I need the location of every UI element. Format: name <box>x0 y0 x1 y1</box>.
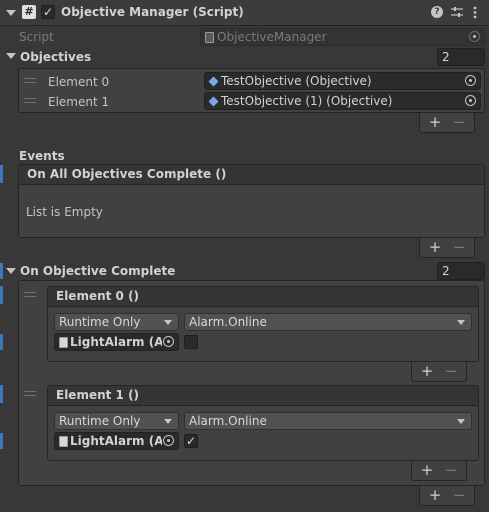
on-objective-complete-label: On Objective Complete <box>20 264 176 278</box>
objectives-foldout-chevron-icon[interactable] <box>6 53 16 59</box>
override-bar <box>0 385 3 403</box>
target-object-field[interactable]: LightAlarm (Ala <box>54 333 179 351</box>
event-element-title: Element 0 () <box>56 289 140 303</box>
script-field: ObjectiveManager <box>200 28 485 46</box>
object-picker-icon <box>469 31 480 42</box>
object-picker-icon[interactable] <box>163 435 174 446</box>
add-objective-button[interactable]: + <box>425 113 445 131</box>
override-bar <box>0 334 3 350</box>
function-value: Alarm.Online <box>189 414 267 428</box>
scriptable-object-icon <box>208 76 219 87</box>
chevron-down-icon <box>164 419 172 424</box>
objective-element-value: TestObjective (1) (Objective) <box>221 94 393 108</box>
object-picker-icon[interactable] <box>465 75 476 86</box>
element-footer: + − <box>411 362 467 382</box>
all-complete-title: On All Objectives Complete () <box>27 167 227 181</box>
drag-handle-icon[interactable] <box>24 292 36 297</box>
chevron-down-icon <box>457 419 465 424</box>
foldout-chevron-icon[interactable] <box>6 10 16 16</box>
preset-icon[interactable] <box>451 6 463 18</box>
remove-listener-button[interactable]: − <box>441 362 461 380</box>
runtime-mode-dropdown[interactable]: Runtime Only <box>54 412 179 430</box>
remove-objective-button[interactable]: − <box>449 113 469 131</box>
runtime-mode-value: Runtime Only <box>59 414 141 428</box>
scriptable-object-icon <box>208 96 219 107</box>
add-event-element-button[interactable]: + <box>425 486 445 504</box>
on-objective-complete-size-field[interactable]: 2 <box>437 262 485 280</box>
objective-element-label: Element 1 <box>48 95 110 109</box>
more-icon[interactable] <box>473 6 477 19</box>
element-footer: + − <box>411 461 467 481</box>
drag-handle-icon[interactable] <box>24 98 36 103</box>
objectives-size-field[interactable]: 2 <box>437 48 485 66</box>
script-hash-icon: # <box>22 5 36 19</box>
component-enabled-checkbox[interactable]: ✓ <box>41 5 55 19</box>
chevron-down-icon <box>164 320 172 325</box>
objective-element-value: TestObjective (Objective) <box>221 74 372 88</box>
script-field-value: ObjectiveManager <box>217 30 327 44</box>
on-objective-complete-footer: + − <box>419 486 475 506</box>
objectives-list-footer: + − <box>419 113 475 133</box>
remove-listener-button[interactable]: − <box>441 461 461 479</box>
light-object-icon <box>59 337 68 348</box>
list-empty-text: List is Empty <box>26 205 103 219</box>
component-title: Objective Manager (Script) <box>61 5 244 19</box>
objective-element-field[interactable]: TestObjective (1) (Objective) <box>204 92 481 110</box>
runtime-mode-dropdown[interactable]: Runtime Only <box>54 313 179 331</box>
all-complete-event: On All Objectives Complete () List is Em… <box>18 164 485 238</box>
help-icon[interactable]: ? <box>431 6 443 18</box>
light-object-icon <box>59 436 68 447</box>
function-value: Alarm.Online <box>189 315 267 329</box>
drag-handle-icon[interactable] <box>24 391 36 396</box>
override-bar <box>0 165 3 183</box>
override-bar <box>0 433 3 449</box>
add-listener-button[interactable]: + <box>425 238 445 256</box>
object-picker-icon[interactable] <box>163 336 174 347</box>
script-file-icon <box>205 32 214 43</box>
script-label: Script <box>19 30 54 44</box>
objective-element-field[interactable]: TestObjective (Objective) <box>204 72 481 90</box>
object-picker-icon[interactable] <box>465 95 476 106</box>
argument-checkbox[interactable]: ✓ <box>184 434 198 448</box>
drag-handle-icon[interactable] <box>24 78 36 83</box>
event-element-title: Element 1 () <box>56 388 140 402</box>
add-listener-button[interactable]: + <box>417 461 437 479</box>
events-label: Events <box>19 149 65 163</box>
runtime-mode-value: Runtime Only <box>59 315 141 329</box>
argument-checkbox[interactable] <box>184 335 198 349</box>
all-complete-footer: + − <box>419 238 475 258</box>
add-listener-button[interactable]: + <box>417 362 437 380</box>
target-object-value: LightAlarm (Ala <box>70 434 162 448</box>
override-bar <box>0 263 3 279</box>
chevron-down-icon <box>457 320 465 325</box>
objective-element-label: Element 0 <box>48 75 110 89</box>
remove-listener-button[interactable]: − <box>449 238 469 256</box>
function-dropdown[interactable]: Alarm.Online <box>184 313 472 331</box>
target-object-value: LightAlarm (Ala <box>70 335 162 349</box>
function-dropdown[interactable]: Alarm.Online <box>184 412 472 430</box>
on-objective-complete-chevron-icon[interactable] <box>6 268 16 274</box>
component-header: # ✓ Objective Manager (Script) ? <box>0 0 489 26</box>
objectives-label: Objectives <box>20 50 92 64</box>
remove-event-element-button[interactable]: − <box>449 486 469 504</box>
override-bar <box>0 286 3 304</box>
target-object-field[interactable]: LightAlarm (Ala <box>54 432 179 450</box>
